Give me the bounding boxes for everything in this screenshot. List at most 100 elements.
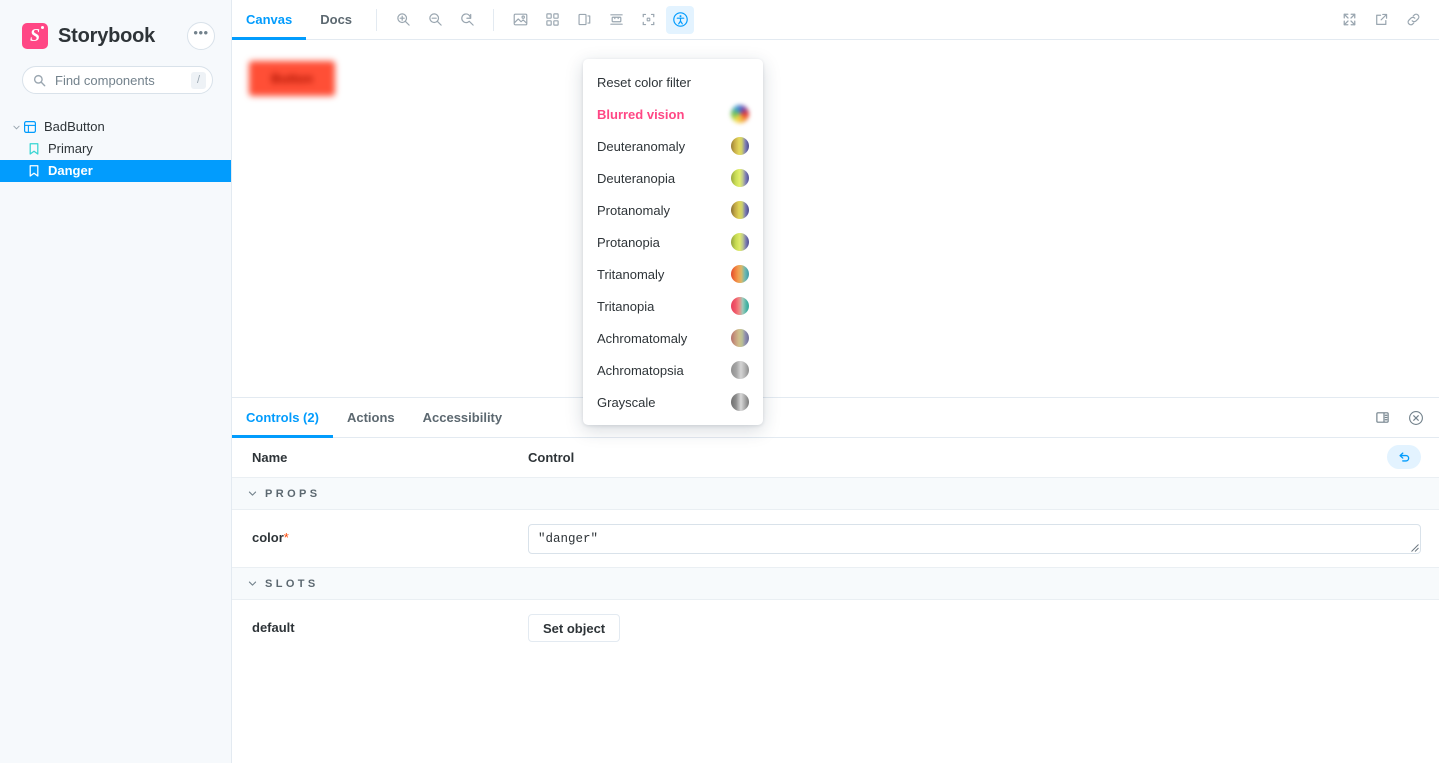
menu-item-label: Protanomaly (597, 202, 670, 218)
group-header-props[interactable]: PROPS (232, 478, 1439, 510)
control-name-label: default (252, 620, 295, 635)
swatch-tritanopia (731, 297, 749, 315)
required-marker: * (283, 530, 289, 545)
swatch-blurred-vision (731, 105, 749, 123)
story-canvas: Button (232, 40, 1439, 397)
brand-title: Storybook (58, 24, 156, 47)
menu-item-reset-color-filter[interactable]: Reset color filter (583, 66, 763, 98)
menu-item-grayscale[interactable]: Grayscale (583, 386, 763, 418)
tab-accessibility[interactable]: Accessibility (409, 398, 517, 438)
menu-item-label: Blurred vision (597, 106, 685, 122)
menu-item-label: Grayscale (597, 394, 656, 410)
tab-actions[interactable]: Actions (333, 398, 409, 438)
controls-table: Name Control PROPS color* "danger" SLOTS… (232, 438, 1439, 763)
backgrounds-icon[interactable] (506, 6, 534, 34)
search-input[interactable] (53, 71, 191, 89)
zoom-in-icon[interactable] (389, 6, 417, 34)
chevron-down-icon[interactable] (10, 124, 22, 131)
addon-panel: Controls (2) Actions Accessibility Name … (232, 397, 1439, 763)
sidebar: S Storybook ••• / (0, 0, 232, 763)
menu-item-deuteranomaly[interactable]: Deuteranomaly (583, 130, 763, 162)
preview-toolbar: Canvas Docs (232, 0, 1439, 40)
reset-controls-icon[interactable] (1387, 445, 1421, 469)
set-object-button[interactable]: Set object (528, 614, 621, 642)
control-value-color (528, 524, 1439, 554)
tree-item-danger[interactable]: Danger (0, 160, 231, 182)
tab-canvas-label: Canvas (246, 11, 293, 27)
menu-item-blurred-vision[interactable]: Blurred vision (583, 98, 763, 130)
search-box[interactable]: / (22, 66, 213, 94)
color-filter-menu: Reset color filter Blurred vision Deuter… (583, 59, 763, 425)
swatch-deuteranopia (731, 169, 749, 187)
menu-item-achromatomaly[interactable]: Achromatomaly (583, 322, 763, 354)
tab-docs-label: Docs (320, 11, 353, 27)
logo-dot (41, 26, 44, 29)
story-button-label: Button (271, 71, 313, 86)
tree-item-primary[interactable]: Primary (0, 138, 231, 160)
copy-link-icon[interactable] (1399, 6, 1427, 34)
swatch-protanopia (731, 233, 749, 251)
column-header-name: Name (252, 450, 288, 465)
tab-canvas[interactable]: Canvas (232, 0, 307, 40)
color-control-textarea[interactable] (528, 524, 1421, 554)
addon-tabs-right (1361, 405, 1429, 431)
menu-item-tritanopia[interactable]: Tritanopia (583, 290, 763, 322)
panel-position-icon[interactable] (1369, 405, 1395, 431)
menu-item-label: Deuteranomaly (597, 138, 686, 154)
story-bookmark-icon (26, 165, 42, 177)
measure-icon[interactable] (602, 6, 630, 34)
open-in-new-tab-icon[interactable] (1367, 6, 1395, 34)
control-name-color: color* (232, 524, 528, 545)
control-value-default: Set object (528, 614, 1439, 642)
menu-item-label: Deuteranopia (597, 170, 676, 186)
tree-item-label: Primary (48, 141, 93, 156)
control-row-color: color* (232, 510, 1439, 568)
menu-item-achromatopsia[interactable]: Achromatopsia (583, 354, 763, 386)
story-preview-button[interactable]: Button (249, 61, 335, 96)
swatch-grayscale (731, 393, 749, 411)
control-name-label: color (252, 530, 284, 545)
component-tree: BadButton Primary Danger (0, 116, 231, 182)
swatch-achromatopsia (731, 361, 749, 379)
viewport-icon[interactable] (570, 6, 598, 34)
accessibility-icon[interactable] (666, 5, 695, 34)
zoom-out-icon[interactable] (421, 6, 449, 34)
swatch-tritanomaly (731, 265, 749, 283)
group-header-label: PROPS (265, 487, 321, 500)
textarea-wrapper (528, 524, 1421, 554)
column-header-control: Control (528, 450, 575, 465)
control-row-default: default Set object (232, 600, 1439, 658)
close-panel-icon[interactable] (1403, 405, 1429, 431)
tab-accessibility-label: Accessibility (422, 409, 503, 425)
logo-letter: S (29, 25, 40, 45)
fullscreen-icon[interactable] (1335, 6, 1363, 34)
grid-icon[interactable] (538, 6, 566, 34)
sidebar-brand: S Storybook ••• (0, 10, 231, 62)
addon-tabs: Controls (2) Actions Accessibility (232, 398, 1439, 438)
search-icon (33, 74, 46, 87)
tab-actions-label: Actions (346, 409, 395, 425)
swatch-protanomaly (731, 201, 749, 219)
toolbar-divider (493, 8, 495, 31)
preview-toolbar-right (1333, 6, 1429, 34)
sidebar-menu-button[interactable]: ••• (187, 22, 215, 50)
component-icon (22, 121, 38, 133)
group-header-slots[interactable]: SLOTS (232, 568, 1439, 600)
tab-controls[interactable]: Controls (2) (232, 398, 333, 438)
zoom-reset-icon[interactable] (453, 6, 481, 34)
menu-item-protanomaly[interactable]: Protanomaly (583, 194, 763, 226)
menu-item-label: Reset color filter (597, 74, 691, 90)
tree-item-badbutton[interactable]: BadButton (0, 116, 231, 138)
tab-docs[interactable]: Docs (306, 0, 366, 40)
outline-icon[interactable] (634, 6, 662, 34)
main-area: Canvas Docs Button Controls (2) Actions … (232, 0, 1439, 763)
storybook-logo-icon: S (22, 23, 48, 49)
menu-item-deuteranopia[interactable]: Deuteranopia (583, 162, 763, 194)
menu-item-protanopia[interactable]: Protanopia (583, 226, 763, 258)
story-bookmark-icon (26, 143, 42, 155)
swatch-achromatomaly (731, 329, 749, 347)
tree-item-label: BadButton (44, 119, 105, 134)
search-shortcut-key: / (190, 71, 206, 89)
tab-controls-label: Controls (2) (246, 409, 319, 425)
menu-item-tritanomaly[interactable]: Tritanomaly (583, 258, 763, 290)
